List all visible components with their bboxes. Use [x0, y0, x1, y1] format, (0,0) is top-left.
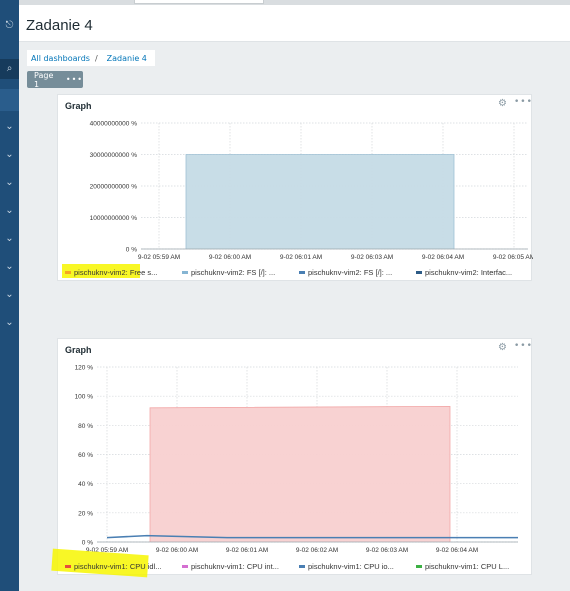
y-tick-label: 0 % — [82, 540, 93, 547]
dashboard-page-tab[interactable]: Page 1 ••• — [27, 70, 83, 89]
graph-widget-2: Graph ⚙ ••• 120 % 100 % 80 % 60 % 40 % 20 % 0 … — [51, 338, 533, 578]
search-icon[interactable]: ⌕ — [0, 63, 19, 75]
x-tick-label: 9-02 06:01 AM — [280, 254, 322, 261]
legend-swatch — [65, 270, 71, 274]
legend-item: pischuknv-vim2: FS [/]: ... — [299, 266, 416, 278]
legend-swatch — [416, 270, 422, 274]
sidebar: ⎋ ⌕ ⌄ ⌄ ⌄ ⌄ ⌄ ⌄ ⌄ ⌄ — [0, 0, 19, 591]
legend-item: pischuknv-vim2: Free s... — [65, 266, 182, 278]
legend-label: pischuknv-vim1: CPU idl... — [74, 561, 162, 571]
legend-item: pischuknv-vim1: CPU int... — [182, 560, 299, 572]
x-tick-label: 9-02 05:59 AM — [138, 254, 180, 261]
chevron-down-icon[interactable]: ⌄ — [0, 233, 19, 245]
graph-widget-1: Graph ⚙ ••• 40000000000 % 30000000000 % 20… — [57, 94, 533, 281]
x-tick-label: 9-02 06:03 AM — [351, 254, 393, 261]
legend-swatch — [416, 564, 422, 568]
y-tick-label: 10000000000 % — [90, 215, 138, 222]
legend-label: pischuknv-vim1: CPU int... — [191, 561, 279, 571]
legend-label: pischuknv-vim2: FS [/]: ... — [191, 267, 276, 277]
legend-label: pischuknv-vim2: Interfac... — [425, 267, 513, 277]
logout-icon[interactable]: ⎋ — [0, 20, 19, 32]
breadcrumb: All dashboards / Zadanie 4 — [27, 50, 155, 66]
chevron-down-icon[interactable]: ⌄ — [0, 317, 19, 329]
y-tick-label: 100 % — [75, 394, 94, 401]
legend-swatch — [299, 564, 305, 568]
breadcrumb-separator: / — [94, 53, 98, 63]
area-series — [186, 154, 454, 249]
legend-item: pischuknv-vim1: CPU io... — [299, 560, 416, 572]
chevron-down-icon[interactable]: ⌄ — [0, 261, 19, 273]
chevron-down-icon[interactable]: ⌄ — [0, 121, 19, 133]
legend-item: pischuknv-vim2: Interfac... — [416, 266, 533, 278]
search-box[interactable]: ⌕ — [0, 59, 19, 79]
breadcrumb-current[interactable]: Zadanie 4 — [102, 53, 151, 63]
y-tick-label: 20 % — [78, 510, 93, 517]
page-tab-menu-icon[interactable]: ••• — [66, 75, 83, 84]
y-tick-label: 120 % — [75, 365, 94, 372]
legend-label: pischuknv-vim2: Free s... — [74, 267, 158, 277]
x-tick-label: 9-02 06:01 AM — [226, 547, 268, 554]
legend-item: pischuknv-vim2: FS [/]: ... — [182, 266, 299, 278]
area-series — [150, 406, 450, 542]
legend-label: pischuknv-vim2: FS [/]: ... — [308, 267, 393, 277]
x-tick-label: 9-02 06:00 AM — [209, 254, 251, 261]
breadcrumb-all-dashboards[interactable]: All dashboards — [31, 54, 90, 63]
page-tab-label: Page 1 — [34, 70, 54, 89]
chevron-down-icon[interactable]: ⌄ — [0, 205, 19, 217]
legend-swatch — [299, 270, 305, 274]
legend-swatch — [65, 564, 71, 568]
x-tick-label: 9-02 06:00 AM — [156, 547, 198, 554]
y-tick-label: 80 % — [78, 423, 93, 430]
x-tick-label: 9-02 06:04 AM — [422, 254, 464, 261]
chart-legend-2: pischuknv-vim1: CPU idl... pischuknv-vim1… — [65, 560, 533, 572]
page-header: Zadanie 4 — [19, 5, 570, 42]
chevron-down-icon[interactable]: ⌄ — [0, 149, 19, 161]
y-tick-label: 20000000000 % — [90, 184, 138, 191]
legend-item: pischuknv-vim1: CPU L... — [416, 560, 533, 572]
chart-1: 40000000000 % 30000000000 % 20000000000 % 1… — [90, 121, 533, 262]
legend-swatch — [182, 564, 188, 568]
y-tick-label: 40 % — [78, 481, 93, 488]
chevron-down-icon[interactable]: ⌄ — [0, 177, 19, 189]
y-tick-label: 30000000000 % — [90, 152, 138, 159]
y-tick-label: 0 % — [126, 247, 137, 254]
page-title: Zadanie 4 — [26, 17, 93, 34]
y-tick-label: 60 % — [78, 452, 93, 459]
chevron-down-icon[interactable]: ⌄ — [0, 289, 19, 301]
legend-label: pischuknv-vim1: CPU L... — [425, 561, 510, 571]
x-tick-label: 9-02 06:02 AM — [296, 547, 338, 554]
legend-label: pischuknv-vim1: CPU io... — [308, 561, 394, 571]
chart-2: 120 %100 %80 %60 %40 %20 %0 %9-02 05:59 … — [75, 365, 518, 554]
chart-legend-1: pischuknv-vim2: Free s... pischuknv-vim2:… — [65, 266, 533, 278]
legend-swatch — [182, 270, 188, 274]
x-tick-label: 9-02 06:05 AM — [493, 254, 533, 261]
y-tick-label: 40000000000 % — [90, 121, 138, 128]
x-tick-label: 9-02 06:04 AM — [436, 547, 478, 554]
top-search-input[interactable] — [134, 0, 264, 4]
legend-item: pischuknv-vim1: CPU idl... — [65, 560, 182, 572]
x-tick-label: 9-02 06:03 AM — [366, 547, 408, 554]
sidebar-active-band — [0, 89, 19, 111]
